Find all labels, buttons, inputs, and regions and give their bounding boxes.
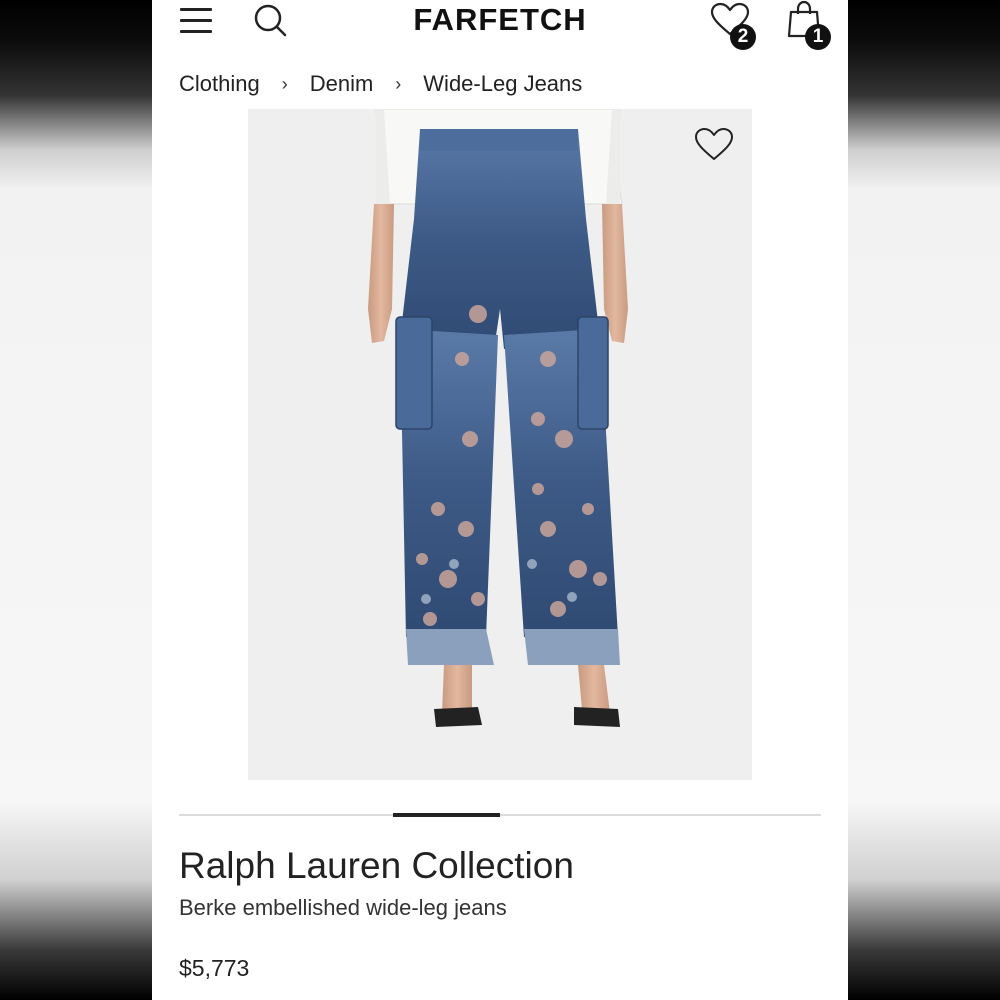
add-to-wishlist-heart-icon[interactable]: [694, 127, 734, 167]
breadcrumb-wide-leg-jeans[interactable]: Wide-Leg Jeans: [423, 71, 582, 97]
carousel-track: [179, 814, 821, 816]
breadcrumb-separator: ›: [395, 73, 402, 94]
carousel-active-segment: [393, 813, 500, 817]
phone-screen: FARFETCH 2 1 Clothing › Denim › Wide-Leg…: [152, 0, 848, 1000]
bag-count-badge: 1: [805, 24, 831, 50]
product-name: Berke embellished wide-leg jeans: [179, 895, 507, 920]
breadcrumb-denim[interactable]: Denim: [310, 71, 374, 97]
product-brand[interactable]: Ralph Lauren Collection: [179, 845, 574, 887]
top-nav-bar: FARFETCH 2 1: [152, 0, 848, 58]
product-image[interactable]: [248, 109, 752, 780]
breadcrumb-clothing[interactable]: Clothing: [179, 71, 260, 97]
wishlist-count-badge: 2: [730, 24, 756, 50]
wishlist-button[interactable]: 2: [710, 0, 760, 50]
breadcrumb-separator: ›: [281, 73, 288, 94]
image-carousel-indicator[interactable]: [179, 813, 821, 817]
product-price: $5,773: [179, 955, 250, 981]
jeans-photo: [368, 109, 628, 727]
breadcrumb: Clothing › Denim › Wide-Leg Jeans: [179, 68, 582, 100]
shopping-bag-button[interactable]: 1: [784, 0, 834, 50]
